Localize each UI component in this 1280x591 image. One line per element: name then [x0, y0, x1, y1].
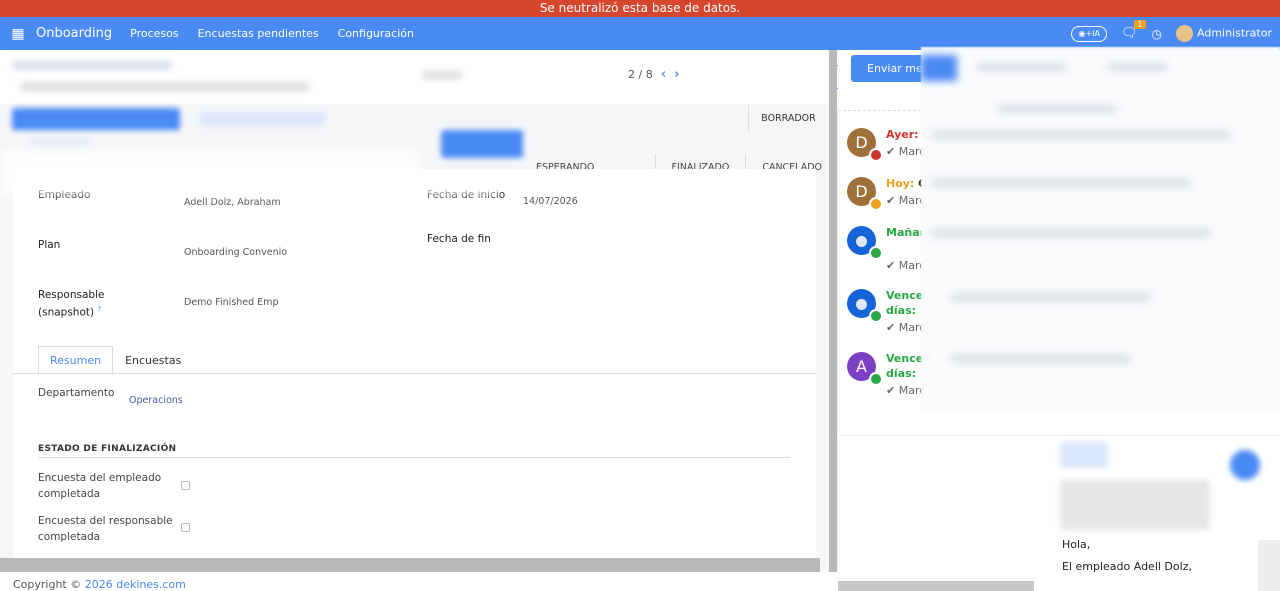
responsable-label: Responsable: [38, 289, 105, 301]
horizontal-scrollbar[interactable]: [0, 558, 820, 572]
mail-preview: Hola, El empleado Adell Dolz,: [1048, 538, 1255, 591]
blurred-chip: [1060, 442, 1108, 468]
check-icon: ✔: [886, 321, 896, 334]
activity-assignee: ✔ Marc: [886, 259, 925, 272]
send-message-button[interactable]: Enviar mensaje: [851, 55, 931, 82]
activity-type-icon: [869, 309, 883, 323]
blurred-bar: [931, 179, 1191, 187]
blurred-control: [422, 70, 462, 80]
tab-encuestas[interactable]: Encuestas: [113, 346, 193, 375]
blurred-bar: [977, 63, 1067, 71]
avatar: [1176, 25, 1193, 42]
encuesta-empleado-label-2: completada: [38, 488, 101, 500]
mail-greeting: Hola,: [1062, 538, 1091, 551]
control-panel: 2 / 8 ‹ ›: [0, 50, 838, 104]
menu-procesos[interactable]: Procesos: [130, 27, 178, 40]
notebook-tabs: Resumen Encuestas: [38, 346, 193, 375]
plan-field[interactable]: Onboarding Convenio: [184, 247, 287, 258]
copyright-text: Copyright ©: [13, 578, 82, 591]
responsable-snapshot-text: (snapshot): [38, 306, 95, 319]
plan-label: Plan: [38, 239, 61, 251]
section-divider: [38, 457, 790, 458]
pager-value: 2 / 8: [628, 68, 653, 81]
blurred-secondary-button[interactable]: [200, 112, 325, 126]
activity-due-text: Hoy:: [886, 177, 915, 190]
top-navbar: ▦ Onboarding Procesos Encuestas pendient…: [0, 17, 1280, 50]
tab-resumen[interactable]: Resumen: [38, 346, 114, 375]
blurred-text: [1060, 480, 1210, 530]
help-icon[interactable]: ?: [97, 305, 101, 313]
blurred-bar: [951, 355, 1131, 363]
activity-type-icon: [869, 372, 883, 386]
activity-type-icon: [869, 197, 883, 211]
ia-toggle[interactable]: ◉+IA: [1071, 25, 1107, 42]
encuesta-empleado-label: Encuesta del empleado: [38, 472, 162, 484]
blurred-overlay-panel: [921, 47, 1280, 410]
responsable-label-snapshot: (snapshot) ?: [38, 305, 101, 319]
check-icon: ✔: [886, 145, 896, 158]
pager-prev-icon[interactable]: ‹: [661, 67, 666, 82]
blurred-breadcrumb-line: [20, 82, 310, 92]
pager-next-icon[interactable]: ›: [674, 67, 679, 82]
vertical-scrollbar[interactable]: [829, 50, 837, 572]
tab-divider: [13, 373, 816, 374]
footer: Copyright © 2026 dekines.com: [0, 572, 838, 591]
menu-encuestas-pendientes[interactable]: Encuestas pendientes: [198, 27, 319, 40]
activity-assignee: ✔ Marc: [886, 384, 925, 397]
encuesta-responsable-checkbox[interactable]: [181, 523, 190, 532]
encuesta-empleado-checkbox[interactable]: [181, 481, 190, 490]
encuesta-responsable-label-2: completada: [38, 531, 101, 543]
departamento-label: Departamento: [38, 387, 115, 399]
activity-type-icon: [869, 246, 883, 260]
clock-icon[interactable]: ◷: [1152, 27, 1162, 41]
blurred-bar: [997, 105, 1117, 113]
blurred-primary-button[interactable]: [441, 130, 523, 158]
blur-overlay: [0, 150, 420, 194]
blurred-bar: [931, 229, 1211, 237]
blurred-bar: [1107, 63, 1167, 71]
responsable-field[interactable]: Demo Finished Emp: [184, 297, 278, 308]
blurred-breadcrumb: [12, 60, 172, 70]
empleado-field[interactable]: Adell Dolz, Abraham: [184, 197, 281, 208]
activity-assignee: ✔ Marc: [886, 145, 925, 158]
fecha-fin-label: Fecha de fin: [427, 233, 491, 245]
blurred-fab[interactable]: [1230, 450, 1260, 480]
chatter-scrollbar[interactable]: [838, 581, 1034, 591]
main-content: 2 / 8‹› BORRADOR ESPERANDO ENCUESTAS FIN…: [0, 50, 838, 591]
app-brand[interactable]: Onboarding: [36, 26, 112, 41]
chat-count-badge: 1: [1134, 20, 1146, 29]
activity-due-text: Ayer:: [886, 128, 919, 141]
apps-grid-icon[interactable]: ▦: [0, 26, 36, 42]
user-menu[interactable]: Administrator: [1176, 25, 1272, 42]
activity-type-icon: [869, 148, 883, 162]
user-name: Administrator: [1197, 26, 1272, 40]
blurred-button: [921, 55, 957, 81]
departamento-field[interactable]: Operacions: [129, 395, 183, 406]
blurred-bar: [951, 293, 1151, 301]
check-icon: ✔: [886, 384, 896, 397]
pager: 2 / 8 ‹ ›: [628, 67, 679, 82]
blurred-action-button[interactable]: [12, 108, 180, 130]
form-sheet: Empleado Adell Dolz, Abraham Fecha de in…: [13, 169, 816, 591]
blurred-bar: [931, 131, 1231, 139]
check-icon: ✔: [886, 259, 896, 272]
activity-assignee: ✔ Marc: [886, 321, 925, 334]
side-strip: [1258, 540, 1280, 591]
blurred-link: [30, 138, 90, 148]
ia-label: +IA: [1085, 28, 1100, 38]
activities-end-divider: [838, 435, 1280, 436]
neutralized-banner: Se neutralizó esta base de datos.: [0, 0, 1280, 17]
fecha-inicio-field[interactable]: 14/07/2026: [523, 196, 578, 207]
blur-overlay-2: [420, 180, 500, 194]
chat-icon[interactable]: 🗨 1: [1121, 20, 1146, 41]
section-title: ESTADO DE FINALIZACIÓN: [38, 444, 177, 454]
activity-assignee: ✔ Marc: [886, 194, 925, 207]
encuesta-responsable-label: Encuesta del responsable: [38, 515, 173, 527]
footer-link[interactable]: 2026 dekines.com: [85, 578, 186, 591]
menu-configuracion[interactable]: Configuración: [338, 27, 414, 40]
mail-line: El empleado Adell Dolz,: [1062, 560, 1192, 573]
check-icon: ✔: [886, 194, 896, 207]
